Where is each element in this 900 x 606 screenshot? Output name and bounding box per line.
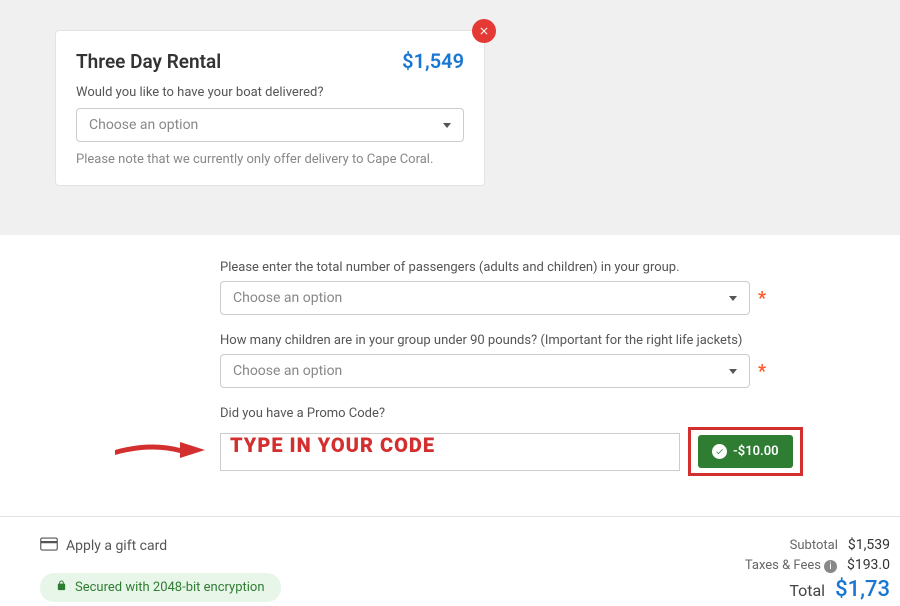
apply-gift-card[interactable]: Apply a gift card — [40, 537, 281, 555]
promo-applied-value: -$10.00 — [733, 444, 779, 459]
card-title: Three Day Rental — [76, 50, 221, 73]
delivery-note: Please note that we currently only offer… — [76, 152, 464, 167]
passengers-select[interactable]: Choose an option — [220, 281, 750, 315]
secure-badge: Secured with 2048-bit encryption — [40, 573, 281, 602]
required-asterisk: * — [758, 288, 766, 309]
total-value: $1,73 — [835, 577, 890, 602]
caret-down-icon — [443, 123, 451, 128]
check-icon — [712, 444, 727, 459]
card-icon — [40, 537, 58, 555]
info-icon[interactable]: i — [824, 560, 837, 573]
close-icon — [478, 25, 490, 37]
total-label: Total — [789, 581, 825, 600]
promo-applied-badge[interactable]: -$10.00 — [698, 435, 793, 468]
select-placeholder: Choose an option — [233, 290, 342, 306]
delivery-select[interactable]: Choose an option — [76, 108, 464, 142]
children-select[interactable]: Choose an option — [220, 354, 750, 388]
gift-card-label: Apply a gift card — [66, 538, 167, 554]
delivery-label: Would you like to have your boat deliver… — [76, 85, 464, 100]
passengers-label: Please enter the total number of passeng… — [220, 260, 900, 275]
lock-icon — [56, 579, 67, 596]
promo-input[interactable] — [220, 433, 680, 471]
select-placeholder: Choose an option — [233, 363, 342, 379]
children-label: How many children are in your group unde… — [220, 333, 900, 348]
secure-label: Secured with 2048-bit encryption — [75, 580, 265, 595]
promo-label: Did you have a Promo Code? — [220, 406, 900, 421]
subtotal-value: $1,539 — [848, 537, 890, 553]
select-placeholder: Choose an option — [89, 117, 198, 133]
caret-down-icon — [729, 296, 737, 301]
promo-applied-highlight: -$10.00 — [688, 427, 803, 476]
taxes-value: $193.0 — [847, 557, 890, 573]
close-button[interactable] — [472, 19, 496, 43]
taxes-label: Taxes & Feesi — [745, 558, 837, 573]
caret-down-icon — [729, 369, 737, 374]
card-price: $1,549 — [402, 49, 464, 73]
annotation-arrow — [110, 435, 210, 469]
rental-card: Three Day Rental $1,549 Would you like t… — [55, 30, 485, 186]
required-asterisk: * — [758, 361, 766, 382]
subtotal-label: Subtotal — [790, 538, 838, 553]
